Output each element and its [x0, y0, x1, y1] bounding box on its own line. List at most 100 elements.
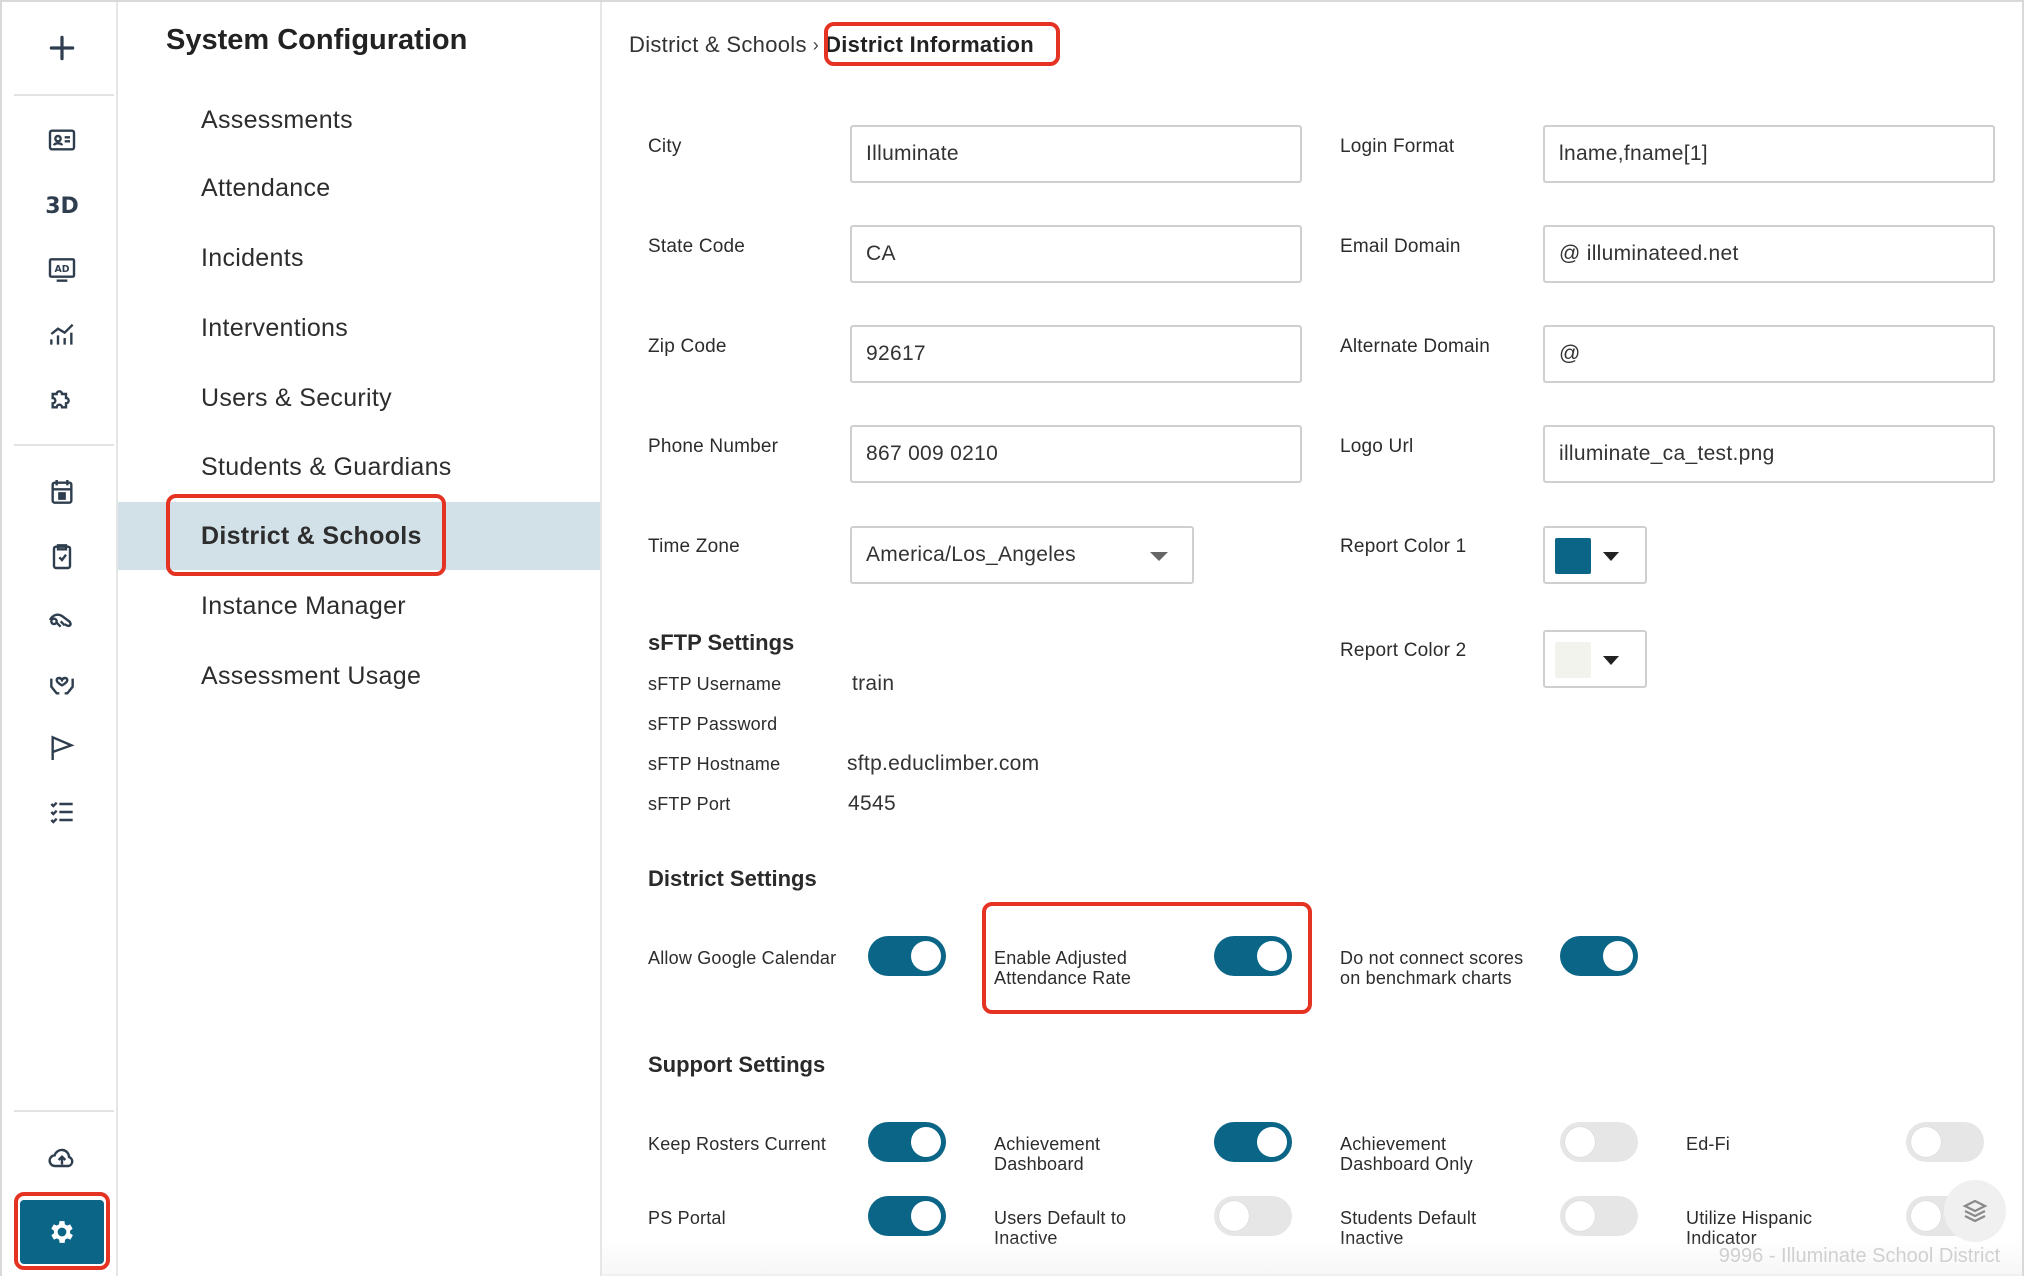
menu-item-assessments[interactable]: Assessments [118, 86, 600, 154]
checklist-icon[interactable] [40, 790, 84, 834]
icon-rail: 3D AD [2, 2, 118, 1276]
caret-down-icon [1603, 552, 1619, 561]
achievement-dashboard-only-toggle[interactable] [1560, 1122, 1638, 1162]
breadcrumb-separator: › [812, 34, 820, 55]
menu-item-assessment-usage[interactable]: Assessment Usage [118, 642, 600, 710]
main-content: District & Schools › District Informatio… [602, 2, 2022, 1276]
toggle-knob [1603, 941, 1633, 971]
logo-url-label: Logo Url [1340, 436, 1414, 457]
ed-fi-toggle[interactable] [1906, 1122, 1984, 1162]
zip-code-input[interactable]: 92617 [850, 325, 1302, 383]
label-line: Dashboard Only [1340, 1154, 1473, 1174]
3d-icon[interactable]: 3D [40, 184, 84, 228]
enable-adjusted-attendance-toggle[interactable] [1214, 936, 1292, 976]
city-label: City [648, 136, 682, 157]
state-code-label: State Code [648, 236, 746, 257]
rail-divider [14, 1110, 114, 1112]
menu-item-district-schools[interactable]: District & Schools [118, 502, 600, 570]
allow-google-calendar-label: Allow Google Calendar [648, 948, 836, 968]
login-format-label: Login Format [1340, 136, 1455, 157]
add-icon[interactable] [40, 26, 84, 70]
breadcrumb: District & Schools › District Informatio… [629, 32, 1034, 58]
time-zone-select[interactable]: America/Los_Angeles [850, 526, 1194, 584]
analytics-icon[interactable] [40, 312, 84, 356]
calendar-icon[interactable] [40, 470, 84, 514]
alternate-domain-input[interactable]: @ [1543, 325, 1995, 383]
phone-number-input[interactable]: 867 009 0210 [850, 425, 1302, 483]
toggle-knob [1219, 1201, 1249, 1231]
sftp-password-label: sFTP Password [648, 714, 778, 734]
sftp-port-value: 4545 [848, 792, 896, 815]
label-line: PS Portal [648, 1208, 726, 1228]
toggle-knob [911, 941, 941, 971]
toggle-knob [1911, 1127, 1941, 1157]
alternate-domain-label: Alternate Domain [1340, 336, 1490, 357]
zip-code-label: Zip Code [648, 336, 727, 357]
app-window: 3D AD System Configuration Assessments A… [0, 0, 2024, 1276]
email-domain-input[interactable]: @ illuminateed.net [1543, 225, 1995, 283]
time-zone-label: Time Zone [648, 536, 740, 557]
label-line: Achievement [1340, 1134, 1447, 1154]
label-line: Keep Rosters Current [648, 1134, 827, 1154]
label-line: Users Default to [994, 1208, 1127, 1228]
config-title: System Configuration [166, 24, 468, 56]
menu-item-incidents[interactable]: Incidents [118, 224, 600, 292]
menu-item-interventions[interactable]: Interventions [118, 294, 600, 362]
achievement-dashboard-toggle[interactable] [1214, 1122, 1292, 1162]
keep-rosters-current-toggle[interactable] [868, 1122, 946, 1162]
report-color-1-label: Report Color 1 [1340, 536, 1467, 557]
label-line: Enable Adjusted [994, 948, 1128, 968]
label-line: Students Default [1340, 1208, 1477, 1228]
breadcrumb-current: District Information [825, 32, 1034, 57]
students-default-inactive-toggle[interactable] [1560, 1196, 1638, 1236]
svg-text:AD: AD [55, 264, 70, 275]
toggle-knob [1911, 1201, 1941, 1231]
logo-url-input[interactable]: illuminate_ca_test.png [1543, 425, 1995, 483]
district-settings-title: District Settings [648, 866, 817, 891]
layers-button[interactable] [1944, 1180, 2006, 1242]
care-hands-icon[interactable] [40, 662, 84, 706]
report-color-2-swatch [1555, 642, 1591, 678]
login-format-input[interactable]: lname,fname[1] [1543, 125, 1995, 183]
breadcrumb-parent[interactable]: District & Schools [629, 32, 807, 58]
menu-item-users-security[interactable]: Users & Security [118, 364, 600, 432]
toggle-knob [1257, 1127, 1287, 1157]
report-color-2-picker[interactable] [1543, 630, 1647, 688]
report-color-1-picker[interactable] [1543, 526, 1647, 584]
label-line: Utilize Hispanic [1686, 1208, 1813, 1228]
allow-google-calendar-toggle[interactable] [868, 936, 946, 976]
sftp-hostname-label: sFTP Hostname [648, 754, 781, 774]
rail-divider [14, 94, 114, 96]
label-line: Ed-Fi [1686, 1134, 1731, 1154]
menu-item-students-guardians[interactable]: Students & Guardians [118, 433, 600, 501]
label-line: Achievement [994, 1134, 1101, 1154]
menu-item-attendance[interactable]: Attendance [118, 154, 600, 222]
id-card-icon[interactable] [40, 118, 84, 162]
clipboard-icon[interactable] [40, 534, 84, 578]
gear-icon [51, 1221, 73, 1243]
cloud-upload-icon[interactable] [40, 1136, 84, 1180]
support-settings-title: Support Settings [648, 1052, 826, 1077]
label-line: Attendance Rate [994, 968, 1132, 988]
ps-portal-toggle[interactable] [868, 1196, 946, 1236]
flag-icon[interactable] [40, 726, 84, 770]
sftp-hostname-value: sftp.educlimber.com [847, 752, 1040, 775]
ad-screen-icon[interactable]: AD [40, 248, 84, 292]
users-default-inactive-toggle[interactable] [1214, 1196, 1292, 1236]
no-connect-scores-toggle[interactable] [1560, 936, 1638, 976]
label-line: Do not connect scores [1340, 948, 1524, 968]
state-code-input[interactable]: CA [850, 225, 1302, 283]
menu-item-instance-manager[interactable]: Instance Manager [118, 572, 600, 640]
enable-adjusted-attendance-label: Enable Adjusted Attendance Rate [994, 948, 1131, 988]
sftp-port-label: sFTP Port [648, 794, 731, 814]
toggle-knob [1565, 1201, 1595, 1231]
puzzle-icon[interactable] [40, 376, 84, 420]
city-input[interactable]: Illuminate [850, 125, 1302, 183]
layers-icon [1962, 1199, 1988, 1223]
email-domain-label: Email Domain [1340, 236, 1461, 257]
settings-button[interactable] [20, 1200, 104, 1264]
ps-portal-label: PS Portal [648, 1208, 726, 1228]
handshake-icon[interactable] [40, 598, 84, 642]
toggle-knob [1565, 1127, 1595, 1157]
achievement-dashboard-label: Achievement Dashboard [994, 1134, 1100, 1174]
